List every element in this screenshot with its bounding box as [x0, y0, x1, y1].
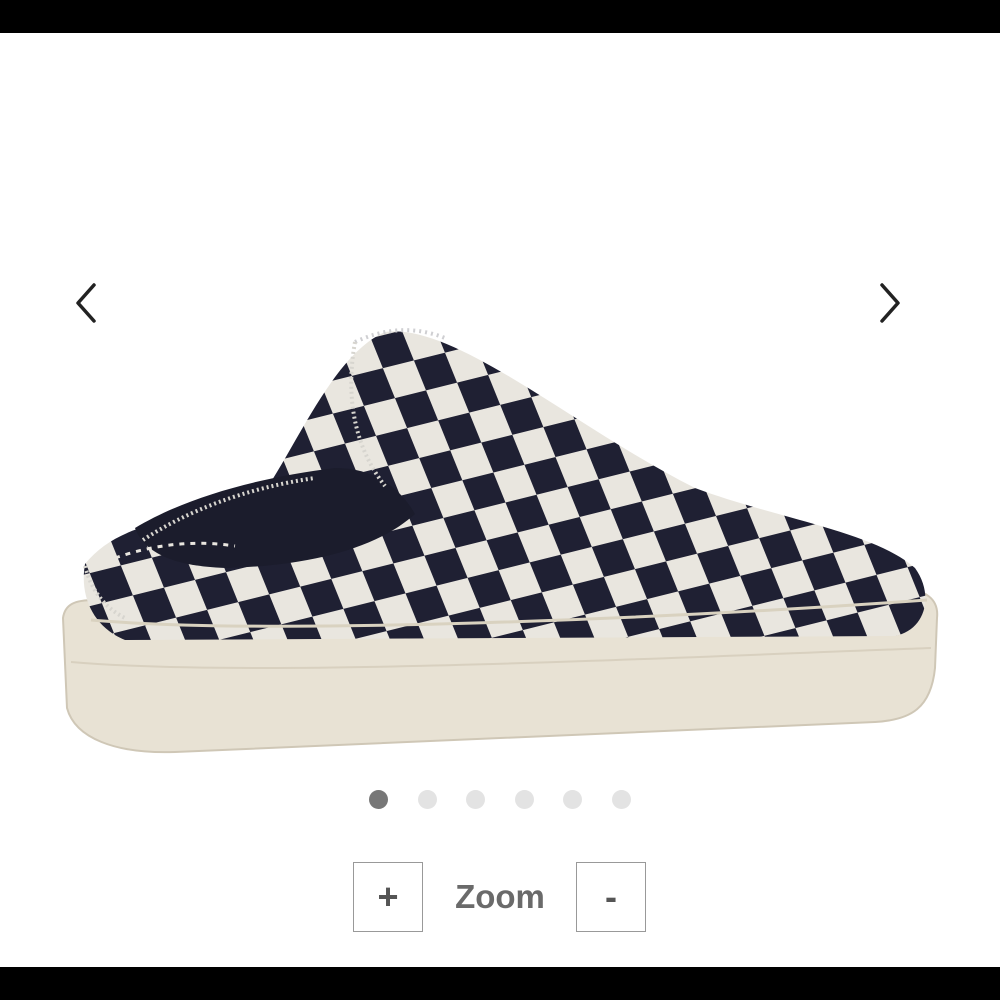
carousel-dot[interactable]: [369, 790, 388, 809]
top-black-bar: [0, 0, 1000, 33]
carousel-dot[interactable]: [466, 790, 486, 809]
product-gallery: + Zoom -: [0, 33, 1000, 967]
zoom-label: Zoom: [455, 878, 545, 915]
carousel-dot[interactable]: [417, 790, 437, 809]
zoom-out-button[interactable]: -: [576, 862, 646, 932]
zoom-controls: + Zoom -: [353, 862, 647, 934]
checkered-slip-on-shoe-image: [61, 328, 939, 754]
carousel-dot[interactable]: [612, 790, 631, 809]
carousel-dot[interactable]: [563, 790, 583, 809]
zoom-in-button[interactable]: +: [353, 862, 423, 932]
carousel-dot[interactable]: [514, 790, 534, 809]
bottom-black-bar: [0, 967, 1000, 1000]
product-image[interactable]: [55, 318, 945, 788]
carousel-pagination: [0, 790, 1000, 810]
